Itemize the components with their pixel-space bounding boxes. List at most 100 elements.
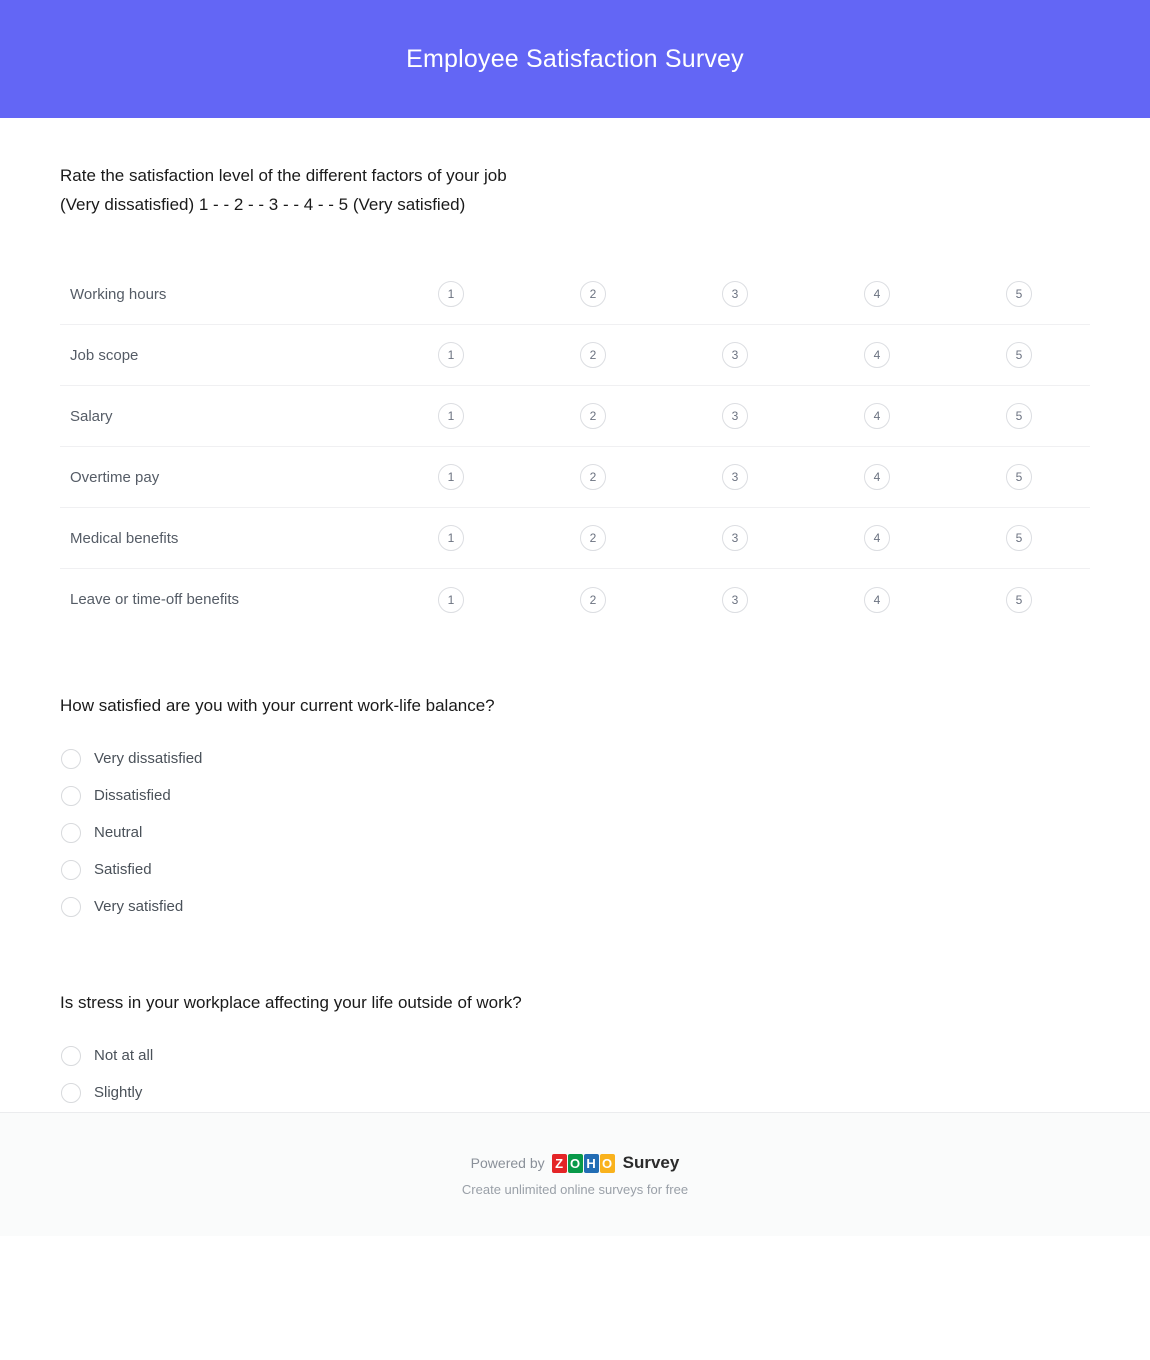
matrix-cell: 4	[806, 586, 948, 613]
option-label: Very dissatisfied	[94, 750, 203, 767]
option-label: Not at all	[94, 1047, 154, 1064]
rating-option-1[interactable]: 1	[438, 403, 464, 429]
rating-option-4[interactable]: 4	[864, 586, 890, 613]
matrix-cell: 5	[948, 281, 1090, 307]
options-list: Very dissatisfied Dissatisfied Neutral S…	[60, 740, 1090, 925]
question-block-matrix: Rate the satisfaction level of the diffe…	[60, 118, 1090, 630]
option-label: Neutral	[94, 824, 143, 841]
zoho-logo-tile-o1: O	[567, 1153, 583, 1173]
matrix-cell: 4	[806, 464, 948, 490]
rating-option-1[interactable]: 1	[438, 342, 464, 368]
matrix-cell: 1	[380, 281, 522, 307]
question-title: Rate the satisfaction level of the diffe…	[60, 166, 507, 214]
survey-header: Employee Satisfaction Survey	[0, 0, 1150, 118]
matrix-options: 1 2 3 4 5	[380, 281, 1090, 307]
rating-option-3[interactable]: 3	[722, 525, 748, 551]
rating-option-2[interactable]: 2	[580, 525, 606, 551]
rating-option-1[interactable]: 1	[438, 464, 464, 490]
matrix-options: 1 2 3 4 5	[380, 525, 1090, 551]
radio-option-satisfied[interactable]: Satisfied	[60, 851, 1090, 888]
radio-option-neutral[interactable]: Neutral	[60, 814, 1090, 851]
matrix-cell: 3	[664, 525, 806, 551]
zoho-logo[interactable]: Z O H O	[551, 1153, 616, 1173]
rating-option-4[interactable]: 4	[864, 464, 890, 490]
rating-option-2[interactable]: 2	[580, 281, 606, 307]
matrix-cell: 5	[948, 464, 1090, 490]
rating-option-2[interactable]: 2	[580, 342, 606, 368]
rating-option-5[interactable]: 5	[1006, 281, 1032, 307]
zoho-survey-wordmark: Survey	[622, 1153, 680, 1172]
question-block-worklife: How satisfied are you with your current …	[60, 630, 1090, 925]
rating-option-5[interactable]: 5	[1006, 586, 1032, 613]
radio-circle-icon[interactable]	[61, 785, 81, 806]
rating-option-3[interactable]: 3	[722, 586, 748, 613]
rating-option-4[interactable]: 4	[864, 525, 890, 551]
rating-option-3[interactable]: 3	[722, 342, 748, 368]
rating-option-2[interactable]: 2	[580, 464, 606, 490]
matrix-cell: 5	[948, 403, 1090, 429]
rating-option-1[interactable]: 1	[438, 281, 464, 307]
zoho-logo-tile-o2: O	[599, 1153, 615, 1173]
table-row: Salary 1 2 3 4 5	[60, 386, 1090, 447]
matrix-cell: 1	[380, 586, 522, 613]
survey-body: Rate the satisfaction level of the diffe…	[0, 118, 1150, 1236]
radio-option-not-at-all[interactable]: Not at all	[60, 1037, 1090, 1074]
matrix-cell: 3	[664, 464, 806, 490]
matrix-row-label: Salary	[70, 407, 113, 425]
matrix-cell: 4	[806, 403, 948, 429]
matrix-cell: 2	[522, 464, 664, 490]
table-row: Working hours 1 2 3 4 5	[60, 264, 1090, 325]
matrix-cell: 1	[380, 525, 522, 551]
table-row: Leave or time-off benefits 1 2 3 4 5	[60, 569, 1090, 630]
rating-option-2[interactable]: 2	[580, 586, 606, 613]
rating-option-5[interactable]: 5	[1006, 342, 1032, 368]
table-row: Job scope 1 2 3 4 5	[60, 325, 1090, 386]
radio-circle-icon[interactable]	[61, 748, 81, 769]
rating-option-5[interactable]: 5	[1006, 403, 1032, 429]
rating-option-4[interactable]: 4	[864, 403, 890, 429]
matrix-cell: 4	[806, 525, 948, 551]
matrix-cell: 1	[380, 464, 522, 490]
matrix-cell: 4	[806, 342, 948, 368]
rating-option-3[interactable]: 3	[722, 464, 748, 490]
radio-option-slightly[interactable]: Slightly	[60, 1074, 1090, 1111]
option-label: Very satisfied	[94, 898, 184, 915]
rating-option-1[interactable]: 1	[438, 586, 464, 613]
matrix-row-label: Leave or time-off benefits	[70, 591, 239, 608]
matrix-cell: 2	[522, 403, 664, 429]
rating-option-4[interactable]: 4	[864, 342, 890, 368]
rating-option-5[interactable]: 5	[1006, 525, 1032, 551]
radio-option-very-dissatisfied[interactable]: Very dissatisfied	[60, 740, 1090, 777]
rating-option-4[interactable]: 4	[864, 281, 890, 307]
rating-option-3[interactable]: 3	[722, 281, 748, 307]
rating-option-3[interactable]: 3	[722, 403, 748, 429]
matrix-row-label: Medical benefits	[70, 529, 179, 547]
matrix-options: 1 2 3 4 5	[380, 342, 1090, 368]
matrix-row-label: Overtime pay	[70, 468, 160, 486]
radio-option-very-satisfied[interactable]: Very satisfied	[60, 888, 1090, 925]
matrix-options: 1 2 3 4 5	[380, 464, 1090, 490]
matrix-options: 1 2 3 4 5	[380, 586, 1090, 613]
matrix-cell: 4	[806, 281, 948, 307]
matrix-cell: 3	[664, 342, 806, 368]
powered-by-label: Powered by	[470, 1155, 545, 1171]
radio-circle-icon[interactable]	[61, 822, 81, 843]
table-row: Medical benefits 1 2 3 4 5	[60, 508, 1090, 569]
radio-circle-icon[interactable]	[61, 1082, 81, 1103]
question-title: How satisfied are you with your current …	[60, 696, 495, 715]
rating-matrix: Working hours 1 2 3 4 5 Job scope 1 2 3 …	[60, 264, 1090, 630]
rating-option-1[interactable]: 1	[438, 525, 464, 551]
table-row: Overtime pay 1 2 3 4 5	[60, 447, 1090, 508]
radio-option-dissatisfied[interactable]: Dissatisfied	[60, 777, 1090, 814]
matrix-cell: 2	[522, 281, 664, 307]
zoho-logo-tile-z: Z	[551, 1153, 567, 1173]
option-label: Satisfied	[94, 861, 152, 878]
radio-circle-icon[interactable]	[61, 1045, 81, 1066]
radio-circle-icon[interactable]	[61, 896, 81, 917]
radio-circle-icon[interactable]	[61, 859, 81, 880]
footer-tagline: Create unlimited online surveys for free	[461, 1182, 689, 1197]
rating-option-2[interactable]: 2	[580, 403, 606, 429]
rating-option-5[interactable]: 5	[1006, 464, 1032, 490]
question-title: Is stress in your workplace affecting yo…	[60, 993, 522, 1012]
matrix-cell: 5	[948, 342, 1090, 368]
